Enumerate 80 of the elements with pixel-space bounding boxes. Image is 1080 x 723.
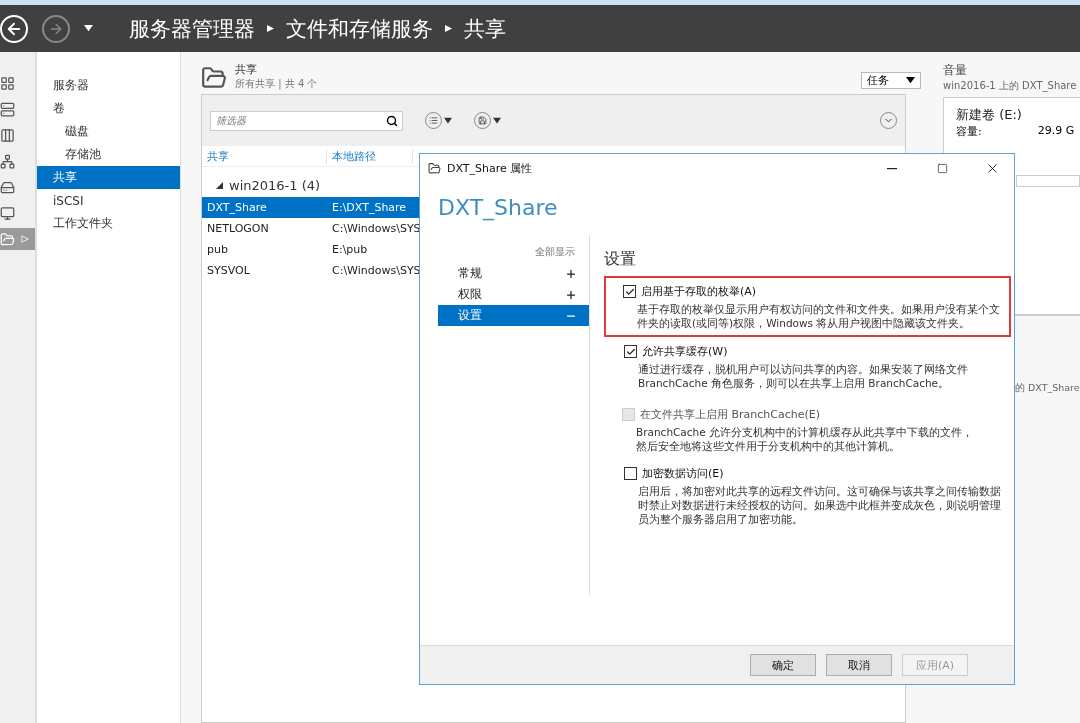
section-title: 共享 xyxy=(235,62,258,77)
option-description: BranchCache 允许分支机构中的计算机缓存从此共享中下载的文件，然后安全地将这些文件用于分支机构中的其他计算机。 xyxy=(635,425,975,453)
checkbox[interactable] xyxy=(624,467,637,480)
share-folder-icon xyxy=(428,162,441,175)
breadcrumb-item[interactable]: 文件和存储服务 xyxy=(286,14,433,43)
table-cell-text: C:\Windows\SYS xyxy=(331,264,418,277)
search-icon xyxy=(386,114,398,127)
expand-icon xyxy=(565,288,577,301)
network-icon xyxy=(0,153,15,169)
volume-subtitle: 的 DXT_Share xyxy=(1015,382,1080,393)
folder-icon xyxy=(0,231,15,247)
back-button[interactable] xyxy=(0,14,28,43)
caret-icon xyxy=(84,24,93,33)
check-icon xyxy=(624,286,635,297)
breadcrumb-item[interactable]: 共享 xyxy=(464,14,506,43)
table-cell-text: SYSVOL xyxy=(206,264,251,277)
dialog-button[interactable]: 取消 xyxy=(826,654,892,676)
expand-icon xyxy=(565,267,577,280)
nav-item[interactable]: 磁盘 xyxy=(37,120,180,143)
table-cell-text: DXT_Share xyxy=(206,201,268,214)
group-label: win2016-1 (4) xyxy=(229,177,321,193)
section-tab[interactable]: 设置 xyxy=(438,305,589,326)
capacity-value: 29.9 G xyxy=(1037,124,1075,139)
check-icon xyxy=(625,346,636,357)
maximize-icon xyxy=(936,163,948,174)
minimize-icon xyxy=(887,167,897,170)
forward-button[interactable] xyxy=(42,14,70,43)
option-description: 基于存取的枚举仅显示用户有权访问的文件和文件夹。如果用户没有某个文件夹的读取(或同等)权限，Windows 将从用户视图中隐藏该文件夹。 xyxy=(636,302,1001,330)
server-icon xyxy=(0,101,15,117)
table-cell-text: E:\DXT_Share xyxy=(331,201,408,214)
table-cell-text: pub xyxy=(206,243,229,256)
folder-button[interactable] xyxy=(0,228,35,250)
table-cell-text: NETLOGON xyxy=(206,222,270,235)
nav-item[interactable]: 工作文件夹 xyxy=(37,212,180,235)
checkbox[interactable] xyxy=(624,345,637,358)
section-tab[interactable]: 常规 xyxy=(438,263,589,284)
dialog-heading: DXT_Share xyxy=(437,194,559,223)
nav-item[interactable]: 卷 xyxy=(37,97,180,120)
column-header[interactable]: 共享 xyxy=(202,148,327,164)
nav-item[interactable]: 存储池 xyxy=(37,143,180,166)
dialog-button[interactable]: 确定 xyxy=(750,654,816,676)
share-folder-icon xyxy=(201,65,227,91)
caret-icon xyxy=(906,76,915,85)
show-all-link[interactable]: 全部显示 xyxy=(535,245,575,259)
filter-field[interactable]: 筛选器 xyxy=(210,110,403,131)
caret-icon xyxy=(444,116,452,125)
table-cell-text: E:\pub xyxy=(331,243,369,256)
column-header[interactable]: 本地路径 xyxy=(327,148,413,164)
nav-item[interactable]: iSCSI xyxy=(37,189,180,212)
checkbox[interactable] xyxy=(623,285,636,298)
option-label: 在文件共享上启用 BranchCache(E) xyxy=(640,407,821,422)
dialog-title: DXT_Share 属性 xyxy=(447,161,534,176)
tasks-button[interactable]: 任务 xyxy=(861,72,921,89)
content-title: 设置 xyxy=(604,249,637,270)
grid-icon xyxy=(0,75,15,91)
option-description: 启用后，将加密对此共享的远程文件访问。这可确保与该共享之间传输数据时禁止对数据进行未经授权的访问。如果选中此框并变成灰色，则说明管理员为整个服务器启用了加密功能。 xyxy=(637,484,1002,526)
nav-item[interactable]: 服务器 xyxy=(37,74,180,97)
breadcrumb-item[interactable]: 服务器管理器 xyxy=(129,14,255,43)
capacity-label: 容量: xyxy=(956,124,982,139)
list-icon xyxy=(429,116,438,125)
collapse-caret-icon xyxy=(216,181,223,189)
option-label: 启用基于存取的枚举(A) xyxy=(641,284,757,299)
section-tab[interactable]: 权限 xyxy=(438,284,589,305)
volume-name: 新建卷 (E:) xyxy=(956,106,1023,124)
monitor-icon xyxy=(0,205,15,221)
option-label: 加密数据访问(E) xyxy=(642,466,724,481)
volume-title: 音量 xyxy=(943,62,968,79)
volume-subtitle: win2016-1 上的 DXT_Share xyxy=(943,79,1078,93)
save-icon xyxy=(478,116,487,125)
drive-icon xyxy=(0,179,15,195)
servers-icon xyxy=(0,127,15,143)
caret-icon xyxy=(493,116,501,125)
table-cell-text: C:\Windows\SYS xyxy=(331,222,418,235)
expand-arrow-icon xyxy=(21,235,29,243)
section-subtitle: 所有共享 | 共 4 个 xyxy=(235,77,319,91)
option-description: 通过进行缓存，脱机用户可以访问共享的内容。如果安装了网络文件 BranchCache 角色服务，则可以在共享上启用 BranchCache。 xyxy=(637,362,969,390)
breadcrumb-separator-icon xyxy=(445,24,452,32)
breadcrumb-separator-icon xyxy=(267,24,274,32)
option-label: 允许共享缓存(W) xyxy=(642,344,728,359)
nav-item[interactable]: 共享 xyxy=(37,166,180,189)
